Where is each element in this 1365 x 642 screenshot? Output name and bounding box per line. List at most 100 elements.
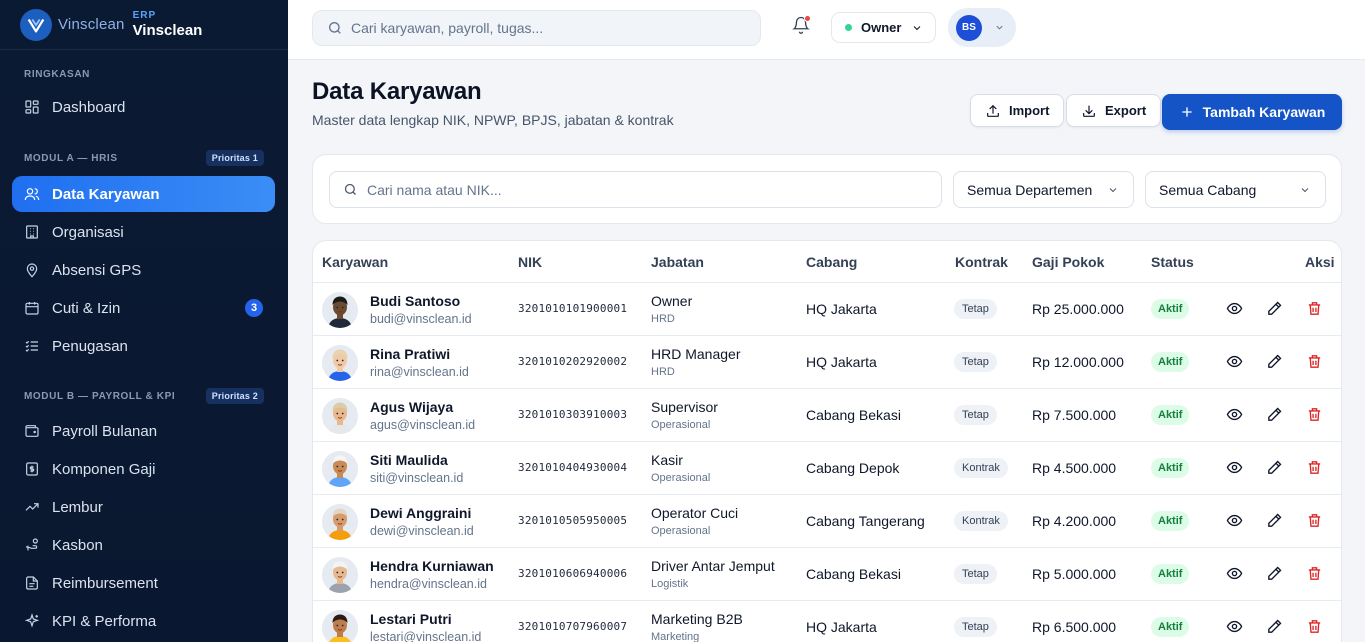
brand-name: Vinsclean [132, 22, 203, 39]
edit-button[interactable] [1266, 565, 1284, 583]
avatar-illustration [322, 504, 358, 540]
sidebar-item-penugasan[interactable]: Penugasan [12, 328, 275, 364]
avatar-illustration [322, 398, 358, 434]
column-header[interactable]: Karyawan [322, 254, 388, 270]
employee-email: rina@vinsclean.id [370, 365, 469, 379]
sidebar-item-absensi-gps[interactable]: Absensi GPS [12, 252, 275, 288]
view-button[interactable] [1226, 300, 1244, 318]
employee-name[interactable]: Dewi Anggraini [370, 505, 471, 521]
sidebar-item-data-karyawan[interactable]: Data Karyawan [12, 176, 275, 212]
status-badge: Aktif [1151, 564, 1190, 584]
column-header[interactable]: NIK [518, 254, 542, 270]
table-row[interactable]: Lestari Putri lestari@vinsclean.id 3201010… [313, 601, 1341, 642]
pencil-icon [1268, 407, 1282, 421]
employee-department: Operasional [651, 419, 711, 431]
users-icon [24, 186, 40, 202]
employee-position: Supervisor [651, 399, 718, 415]
sidebar-item-lembur[interactable]: Lembur [12, 489, 275, 525]
employee-name[interactable]: Agus Wijaya [370, 399, 453, 415]
brand-logo-icon [20, 8, 52, 41]
global-search[interactable] [312, 10, 761, 46]
employee-name[interactable]: Lestari Putri [370, 611, 452, 627]
notification-button[interactable] [792, 15, 812, 36]
employee-name[interactable]: Rina Pratiwi [370, 346, 450, 362]
branch-select[interactable]: Semua Cabang [1145, 171, 1326, 208]
sidebar-item-kpi-performa[interactable]: KPI & Performa [12, 603, 275, 639]
status-badge: Aktif [1151, 511, 1190, 531]
view-button[interactable] [1226, 512, 1244, 530]
department-select[interactable]: Semua Departemen [953, 171, 1134, 208]
table-row[interactable]: Budi Santoso budi@vinsclean.id 32010101019… [313, 283, 1341, 336]
edit-button[interactable] [1266, 300, 1284, 318]
sidebar-item-komponen-gaji[interactable]: Komponen Gaji [12, 451, 275, 487]
import-button[interactable]: Import [970, 94, 1065, 127]
sidebar-item-kasbon[interactable]: Kasbon [12, 527, 275, 563]
table-row[interactable]: Dewi Anggraini dewi@vinsclean.id 320101050… [313, 495, 1341, 548]
download-icon [1083, 105, 1095, 117]
employee-name[interactable]: Siti Maulida [370, 452, 448, 468]
edit-button[interactable] [1266, 512, 1284, 530]
export-button[interactable]: Export [1066, 94, 1162, 127]
column-header[interactable]: Jabatan [651, 254, 704, 270]
table-row[interactable]: Agus Wijaya agus@vinsclean.id 320101030391… [313, 389, 1341, 442]
table-row[interactable]: Hendra Kurniawan hendra@vinsclean.id 32010… [313, 548, 1341, 601]
employee-department: Logistik [651, 578, 689, 590]
employee-name[interactable]: Hendra Kurniawan [370, 558, 494, 574]
employee-department: HRD [651, 313, 675, 325]
edit-button[interactable] [1266, 406, 1284, 424]
pencil-icon [1268, 460, 1282, 474]
sidebar-item-label: Reimbursement [52, 574, 158, 592]
role-selector[interactable]: Owner [831, 12, 936, 43]
sidebar-item-label: Payroll Bulanan [52, 422, 158, 440]
sidebar-item-cuti-izin[interactable]: Cuti & Izin 3 [12, 290, 275, 326]
delete-button[interactable] [1306, 406, 1324, 424]
status-badge: Aktif [1151, 617, 1190, 637]
employee-email: dewi@vinsclean.id [370, 524, 474, 538]
topbar: Owner BS [288, 0, 1365, 60]
table-header: Karyawan NIK Jabatan Cabang Kontrak Gaji… [313, 241, 1341, 283]
employee-search-input[interactable] [367, 181, 927, 198]
sidebar-item-label: KPI & Performa [52, 612, 157, 630]
sidebar-item-organisasi[interactable]: Organisasi [12, 214, 275, 250]
column-header[interactable]: Kontrak [955, 254, 1008, 270]
brand[interactable]: Vinsclean ERP Vinsclean [0, 0, 288, 50]
delete-button[interactable] [1306, 300, 1324, 318]
eye-icon [1226, 355, 1243, 368]
pencil-icon [1268, 513, 1282, 527]
table-row[interactable]: Siti Maulida siti@vinsclean.id 32010104049… [313, 442, 1341, 495]
status-badge: Aktif [1151, 299, 1190, 319]
chevron-down-icon [996, 25, 1003, 30]
view-button[interactable] [1226, 565, 1244, 583]
column-header[interactable]: Cabang [806, 254, 857, 270]
sidebar-item-dashboard[interactable]: Dashboard [12, 89, 275, 125]
table-row[interactable]: Rina Pratiwi rina@vinsclean.id 32010102029… [313, 336, 1341, 389]
view-button[interactable] [1226, 353, 1244, 371]
edit-button[interactable] [1266, 618, 1284, 636]
view-button[interactable] [1226, 406, 1244, 424]
sidebar-item-reimbursement[interactable]: Reimbursement [12, 565, 275, 601]
global-search-input[interactable] [351, 20, 731, 36]
add-employee-label: Tambah Karyawan [1202, 104, 1326, 120]
user-menu[interactable]: BS [948, 8, 1016, 47]
delete-button[interactable] [1306, 565, 1324, 583]
delete-button[interactable] [1306, 459, 1324, 477]
employee-table: Karyawan NIK Jabatan Cabang Kontrak Gaji… [312, 240, 1342, 642]
employee-branch: Cabang Depok [806, 460, 900, 476]
trash-icon [1308, 355, 1321, 368]
employee-search[interactable] [329, 171, 942, 208]
delete-button[interactable] [1306, 353, 1324, 371]
view-button[interactable] [1226, 618, 1244, 636]
edit-button[interactable] [1266, 353, 1284, 371]
view-button[interactable] [1226, 459, 1244, 477]
add-employee-button[interactable]: Tambah Karyawan [1162, 94, 1342, 130]
delete-button[interactable] [1306, 512, 1324, 530]
sidebar-item-payroll-bulanan[interactable]: Payroll Bulanan [12, 413, 275, 449]
section-hris: MODUL A — HRIS Prioritas 1 [0, 148, 288, 168]
employee-nik: 3201010505950005 [518, 514, 628, 527]
edit-button[interactable] [1266, 459, 1284, 477]
delete-button[interactable] [1306, 618, 1324, 636]
employee-name[interactable]: Budi Santoso [370, 293, 460, 309]
column-header[interactable]: Status [1151, 254, 1194, 270]
avatar [322, 610, 358, 642]
column-header[interactable]: Gaji Pokok [1032, 254, 1104, 270]
